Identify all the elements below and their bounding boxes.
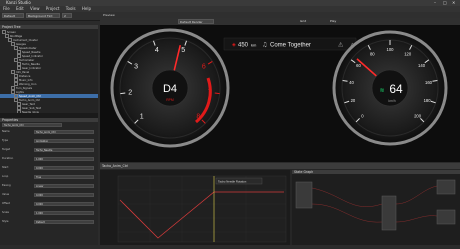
gauge-tick-label: 8	[196, 113, 200, 120]
graph-canvas	[295, 179, 456, 231]
gauge-tick-label: 7	[208, 89, 212, 96]
instrument-cluster: 1 2 3 4 5 6 7 8 D4 RPM ◈ 450 km ♫ Come Together…	[100, 26, 460, 162]
property-value-field[interactable]: Linear	[34, 184, 94, 188]
gauge-tick-label: 5	[181, 47, 185, 54]
gauge-tick	[120, 92, 126, 95]
project-tree: Project Tree Screen RootPage Instrument_Cl…	[0, 25, 98, 113]
property-value-field[interactable]: Tacho_Anim_Ctrl	[34, 130, 94, 134]
curve-canvas: Tacho Needle Rotation	[117, 175, 287, 243]
curve-title: Tacho Needle Rotation	[218, 180, 247, 184]
camera-select[interactable]: Default Render Camera	[178, 19, 214, 29]
properties-subheader[interactable]: Tacho_Anim_Ctrl	[2, 123, 62, 127]
size-field[interactable]: 2	[62, 13, 72, 18]
gauge-tick-label: 4	[155, 47, 159, 54]
gauge-tick-label: 180	[424, 98, 432, 103]
gauge-tick-label: 140	[418, 63, 426, 68]
gear-indicator: D4	[163, 83, 177, 95]
property-value-field[interactable]: 1.000	[34, 211, 94, 215]
property-label: Easing	[2, 184, 11, 187]
gauge-tick-label: 40	[349, 80, 354, 85]
property-value-field[interactable]: Animation	[34, 139, 94, 143]
gauge-tick	[214, 92, 220, 95]
eco-icon: ≋	[379, 87, 384, 94]
preview-title: Preview	[103, 13, 115, 17]
gauge-tick-label: 160	[425, 80, 433, 85]
property-label: Type	[2, 139, 8, 142]
property-value-field[interactable]: 0.000	[34, 193, 94, 197]
menu-view[interactable]: View	[30, 6, 40, 11]
property-label: Scale	[2, 211, 9, 214]
property-value-field[interactable]: 1.000	[34, 157, 94, 161]
menu-edit[interactable]: Edit	[16, 6, 24, 11]
distance-unit: km	[251, 43, 257, 48]
gear-caption: RPM	[166, 98, 174, 102]
property-label: Loop	[2, 175, 9, 178]
info-panel: ◈ 450 km ♫ Come Together ⚠ △	[223, 37, 357, 51]
properties-header: Properties	[0, 118, 98, 122]
gauge-tick-label: 60	[356, 63, 361, 68]
property-label: Offset	[2, 202, 10, 205]
property-value-field[interactable]: True	[34, 175, 94, 179]
distance-value: 450	[238, 43, 249, 49]
property-value-field[interactable]: 0.000	[34, 202, 94, 206]
properties-panel: Properties Tacho_Anim_Ctrl Name Tacho_Ani…	[0, 118, 98, 245]
gauge-tick-label: 20	[351, 98, 356, 103]
property-label: Start	[2, 166, 9, 169]
graph-node-output-b[interactable]	[436, 209, 456, 225]
preview-panel: Preview Default Render Camera Grid Play	[100, 12, 460, 162]
state-graph[interactable]: State Graph	[292, 170, 460, 245]
timeline-panel: Tacho_Anim_Ctrl Tacho Needle Rotation St…	[100, 163, 460, 245]
graph-node-source[interactable]	[295, 181, 313, 209]
grid-toggle[interactable]: Grid	[300, 18, 306, 25]
property-value-field[interactable]: Default	[34, 220, 94, 224]
menu-help[interactable]: Help	[82, 6, 91, 11]
music-icon: ♫	[262, 42, 267, 49]
graph-node-output-a[interactable]	[436, 179, 456, 195]
gauge-tick-label: 100	[387, 47, 395, 52]
tachometer: 1 2 3 4 5 6 7 8 D4 RPM	[110, 28, 230, 148]
tree-header: Project Tree	[0, 25, 98, 29]
gauge-tick-label: 2	[128, 89, 132, 96]
app-window: Kanzi Studio – □ ✕ File Edit View Projec…	[0, 0, 460, 245]
gauge-tick-label: 6	[202, 64, 206, 71]
speed-value: 64	[389, 82, 403, 96]
distance-icon: ◈	[232, 42, 236, 48]
preview-toolbar: Default Render Camera Grid Play	[100, 18, 460, 29]
speedometer: 020406080100120140160180200 64 ≋ km/h	[332, 30, 448, 146]
graph-node-controller[interactable]	[381, 195, 397, 231]
speed-unit: km/h	[388, 99, 395, 103]
play-button[interactable]: Play	[330, 18, 336, 25]
property-value-field[interactable]: Tacho_Needle	[34, 148, 94, 152]
curve-editor[interactable]: Tacho Needle Rotation	[100, 170, 290, 245]
project-field[interactable]: Default	[2, 13, 24, 18]
theme-field[interactable]: Background Tint	[26, 13, 60, 18]
gauge-tick-label: 200	[414, 114, 422, 119]
menu-file[interactable]: File	[3, 6, 10, 11]
warning-icon: ⚠	[338, 42, 344, 49]
timeline-header: Tacho_Anim_Ctrl	[100, 163, 460, 169]
property-value-field[interactable]: 0.000	[34, 166, 94, 170]
gauge-tick-label: 80	[370, 51, 375, 56]
gauge-tick-label: 3	[134, 64, 138, 71]
property-label: Duration	[2, 157, 14, 160]
menu-tools[interactable]: Tools	[66, 6, 76, 11]
graph-connections	[311, 185, 438, 223]
song-title: Come Together	[270, 43, 311, 49]
menu-project[interactable]: Project	[46, 6, 60, 11]
property-label: Value	[2, 193, 10, 196]
property-label: Style	[2, 220, 9, 223]
property-label: Name	[2, 130, 10, 133]
gauge-tick-label: 120	[404, 51, 412, 56]
cluster-canvas: 1 2 3 4 5 6 7 8 D4 RPM ◈ 450 km ♫ Come Together…	[110, 28, 448, 148]
property-label: Target	[2, 148, 11, 151]
gauge-tick-label: 1	[140, 113, 144, 120]
